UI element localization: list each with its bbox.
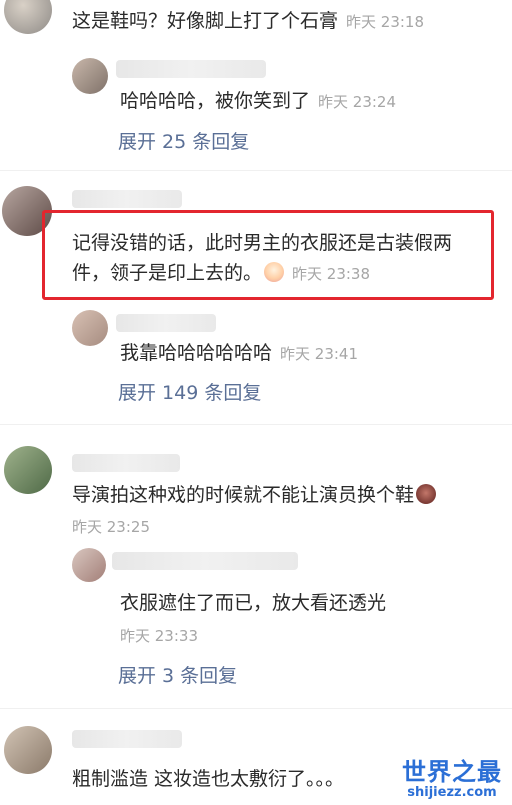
- avatar[interactable]: [4, 446, 52, 494]
- avatar[interactable]: [72, 548, 106, 582]
- avatar[interactable]: [72, 58, 108, 94]
- comment-time-line: 昨天 23:25: [72, 518, 150, 536]
- avatar[interactable]: [4, 0, 52, 34]
- reply-text: 我靠哈哈哈哈哈哈 昨天 23:41: [120, 342, 359, 364]
- expand-replies-link[interactable]: 展开 25 条回复: [118, 127, 249, 154]
- reply-text: 哈哈哈哈，被你笑到了 昨天 23:24: [120, 90, 397, 112]
- expand-replies-link[interactable]: 展开 149 条回复: [118, 378, 261, 405]
- username-blurred: [116, 314, 216, 332]
- watermark-url: shijiezz.com: [407, 785, 497, 800]
- reply-time: 昨天 23:24: [318, 93, 397, 111]
- username-blurred: [72, 190, 182, 208]
- comment-text: 这是鞋吗？好像脚上打了个石膏 昨天 23:18: [72, 10, 425, 32]
- expand-replies-link[interactable]: 展开 3 条回复: [118, 661, 237, 688]
- comment-text-line1: 记得没错的话，此时男主的衣服还是古装假两: [72, 232, 453, 254]
- username-blurred: [72, 730, 182, 748]
- crying-laugh-icon: [264, 262, 285, 282]
- reply-text: 衣服遮住了而已，放大看还透光: [120, 592, 387, 614]
- comment-text: 导演拍这种戏的时候就不能让演员换个鞋: [72, 480, 437, 510]
- avatar[interactable]: [4, 726, 52, 774]
- divider: [0, 170, 512, 171]
- divider: [0, 424, 512, 425]
- comment-text: 粗制滥造 这妆造也太敷衍了。。。: [72, 768, 345, 790]
- comment-text-line2: 件，领子是印上去的。 昨天 23:38: [72, 262, 371, 284]
- watermark-title: 世界之最: [402, 758, 502, 786]
- username-blurred: [112, 552, 298, 570]
- comment-time: 昨天 23:38: [292, 265, 371, 283]
- divider: [0, 708, 512, 709]
- comment-time: 昨天 23:18: [346, 13, 425, 31]
- watermark: 世界之最 shijiezz.com: [402, 752, 502, 800]
- username-blurred: [116, 60, 266, 78]
- angry-face-icon: [416, 484, 437, 504]
- avatar[interactable]: [72, 310, 108, 346]
- username-blurred: [72, 454, 180, 472]
- reply-time: 昨天 23:41: [280, 345, 359, 363]
- reply-time: 昨天 23:33: [120, 627, 198, 645]
